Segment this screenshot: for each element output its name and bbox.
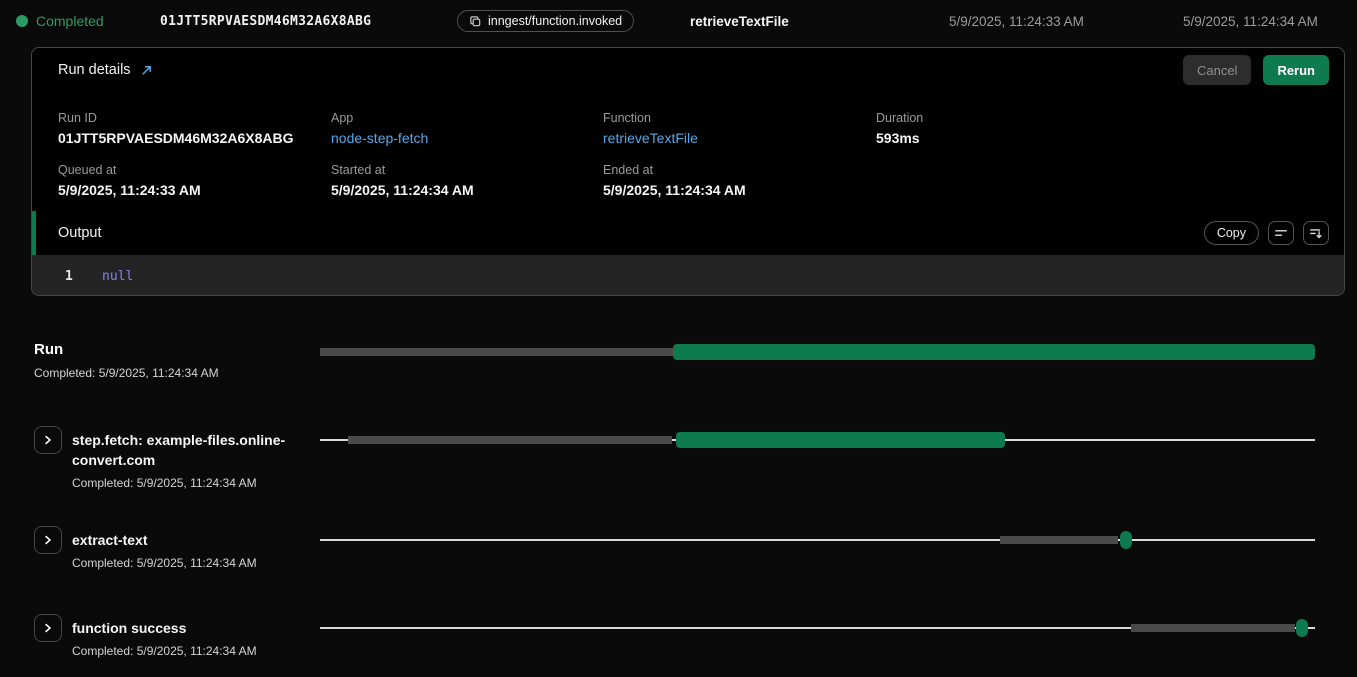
field-value: 5/9/2025, 11:24:34 AM (603, 182, 746, 198)
field-queued-at: Queued at 5/9/2025, 11:24:33 AM (58, 163, 201, 198)
chevron-right-icon (42, 434, 54, 446)
run-status: Completed (36, 13, 104, 29)
event-name: inngest/function.invoked (488, 14, 622, 28)
run-queued-segment (320, 348, 673, 356)
run-detail-page: Completed 01JTT5RPVAESDM46M32A6X8ABG inn… (0, 0, 1357, 677)
track-baseline (320, 539, 1315, 541)
output-code-value: null (102, 269, 133, 284)
run-id: 01JTT5RPVAESDM46M32A6X8ABG (160, 14, 371, 29)
run-summary-row[interactable]: Completed 01JTT5RPVAESDM46M32A6X8ABG inn… (0, 0, 1357, 42)
wrap-text-button[interactable] (1268, 221, 1294, 245)
run-details-header: Run details Cancel Rerun (32, 48, 1344, 92)
timeline-run-track (320, 344, 1315, 360)
event-badge[interactable]: inngest/function.invoked (457, 10, 634, 32)
field-value: 5/9/2025, 11:24:34 AM (331, 182, 474, 198)
chevron-right-icon (42, 534, 54, 546)
step-queued-segment (1000, 536, 1118, 544)
function-link[interactable]: retrieveTextFile (603, 130, 698, 146)
external-link-icon[interactable] (140, 64, 153, 77)
expand-step-button[interactable] (34, 426, 62, 454)
step-queued-segment (1131, 624, 1295, 632)
expand-step-button[interactable] (34, 526, 62, 554)
step-title: function success (72, 618, 257, 638)
lines-arrow-down-icon (1309, 226, 1323, 240)
timeline-run-meta: Run Completed: 5/9/2025, 11:24:34 AM (34, 341, 219, 380)
field-value: 01JTT5RPVAESDM46M32A6X8ABG (58, 130, 294, 146)
chevron-right-icon (42, 622, 54, 634)
timeline-run-completed: Completed: 5/9/2025, 11:24:34 AM (34, 366, 219, 380)
field-ended-at: Ended at 5/9/2025, 11:24:34 AM (603, 163, 746, 198)
timeline-step-track (320, 432, 1315, 448)
cancel-button[interactable]: Cancel (1183, 55, 1251, 85)
timeline-step-row: step.fetch: example-files.online-convert… (34, 426, 316, 490)
copy-icon (469, 15, 482, 28)
field-label: Function (603, 111, 698, 125)
timeline-step-track (320, 532, 1315, 548)
field-run-id: Run ID 01JTT5RPVAESDM46M32A6X8ABG (58, 111, 294, 146)
timeline-step-row: extract-text Completed: 5/9/2025, 11:24:… (34, 526, 316, 570)
field-label: App (331, 111, 428, 125)
timeline-run-title: Run (34, 341, 219, 358)
output-accent-bar (32, 211, 36, 255)
field-label: Started at (331, 163, 474, 177)
output-code-block: 1 null (32, 255, 1344, 296)
app-link[interactable]: node-step-fetch (331, 130, 428, 146)
step-completed: Completed: 5/9/2025, 11:24:34 AM (72, 476, 316, 490)
run-details-title: Run details (58, 62, 131, 78)
rerun-button[interactable]: Rerun (1263, 55, 1329, 85)
expand-step-button[interactable] (34, 614, 62, 642)
output-section-header: Output Copy (32, 211, 1344, 255)
run-active-segment (673, 344, 1315, 360)
started-at-timestamp: 5/9/2025, 11:24:34 AM (1183, 14, 1318, 29)
timeline-step-row: function success Completed: 5/9/2025, 11… (34, 614, 316, 658)
copy-output-button[interactable]: Copy (1204, 221, 1259, 245)
status-dot-icon (16, 15, 28, 27)
line-number: 1 (65, 269, 75, 284)
field-label: Queued at (58, 163, 201, 177)
field-function: Function retrieveTextFile (603, 111, 698, 146)
step-completed: Completed: 5/9/2025, 11:24:34 AM (72, 644, 257, 658)
step-active-segment (676, 432, 1005, 448)
step-active-segment (1120, 531, 1132, 549)
field-label: Run ID (58, 111, 294, 125)
step-title: extract-text (72, 530, 257, 550)
step-title: step.fetch: example-files.online-convert… (72, 430, 316, 470)
step-active-segment (1296, 619, 1308, 637)
field-label: Duration (876, 111, 923, 125)
field-app: App node-step-fetch (331, 111, 428, 146)
field-label: Ended at (603, 163, 746, 177)
timeline-step-track (320, 620, 1315, 636)
field-started-at: Started at 5/9/2025, 11:24:34 AM (331, 163, 474, 198)
field-value: 5/9/2025, 11:24:33 AM (58, 182, 201, 198)
step-queued-segment (348, 436, 672, 444)
wrap-text-icon (1274, 226, 1288, 240)
run-details-card: Run details Cancel Rerun Run ID 01JTT5RP… (31, 47, 1345, 296)
field-duration: Duration 593ms (876, 111, 923, 146)
output-title: Output (58, 225, 102, 241)
field-value: 593ms (876, 130, 923, 146)
parse-output-button[interactable] (1303, 221, 1329, 245)
step-completed: Completed: 5/9/2025, 11:24:34 AM (72, 556, 257, 570)
queued-at-timestamp: 5/9/2025, 11:24:33 AM (949, 14, 1084, 29)
function-name: retrieveTextFile (690, 14, 789, 29)
